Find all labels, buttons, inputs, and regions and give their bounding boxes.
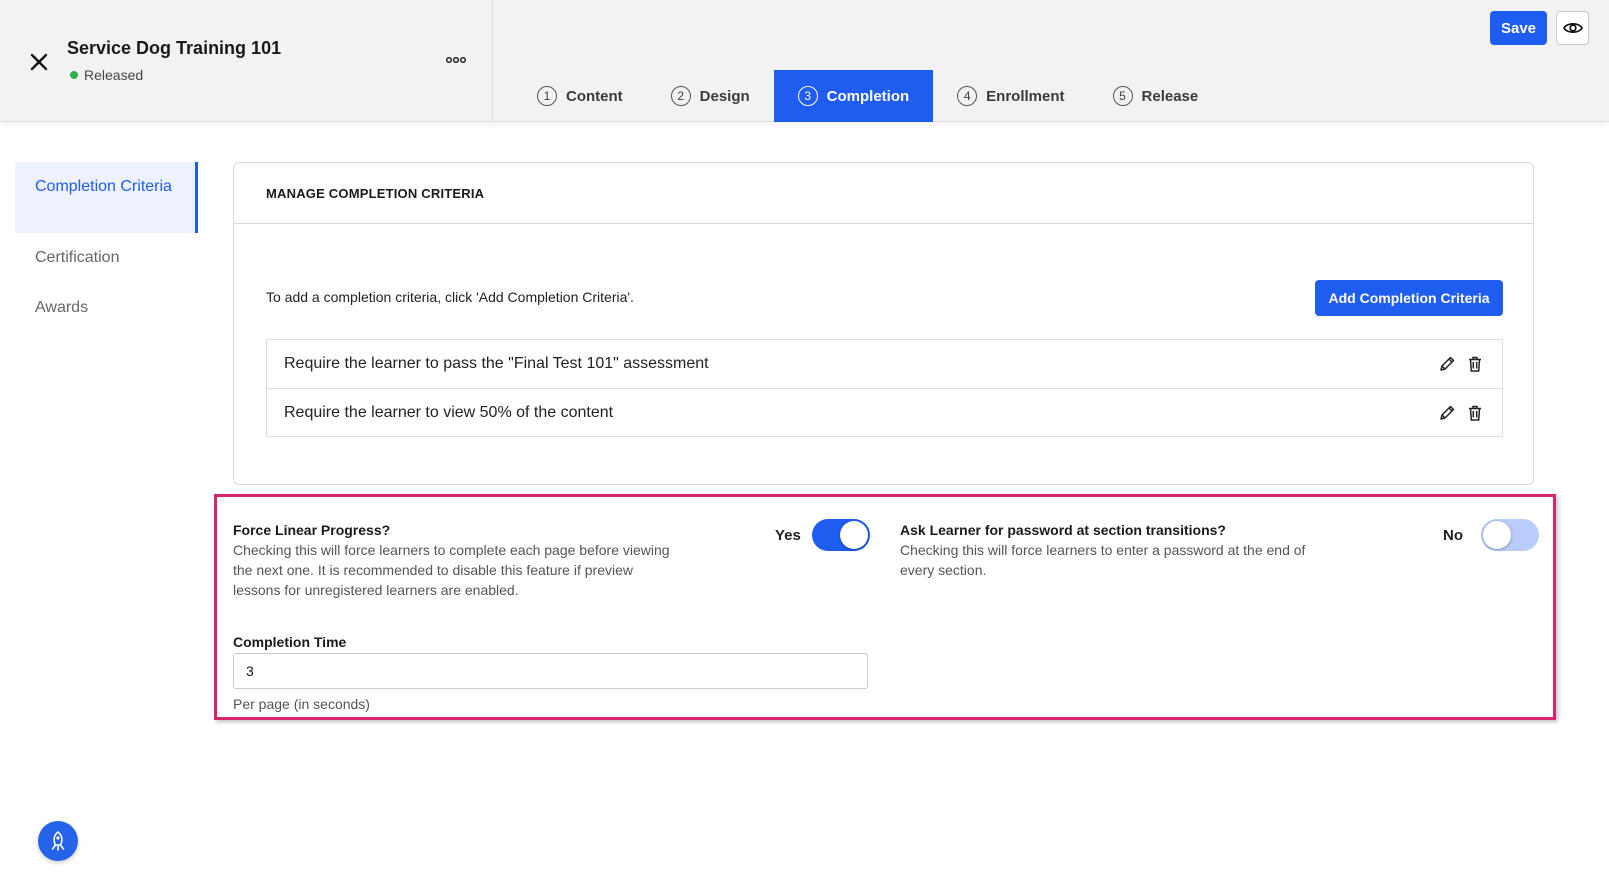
completion-criteria-card: MANAGE COMPLETION CRITERIA To add a comp… — [233, 162, 1534, 485]
completion-time-help: Per page (in seconds) — [233, 696, 370, 712]
progress-settings-panel: Force Linear Progress? Checking this wil… — [214, 494, 1556, 720]
trash-icon[interactable] — [1466, 355, 1484, 373]
tab-enrollment[interactable]: 4 Enrollment — [933, 70, 1088, 122]
top-header: Service Dog Training 101 Released 1 Conte… — [0, 0, 1609, 122]
force-linear-toggle-label: Yes — [775, 527, 801, 544]
tab-completion[interactable]: 3 Completion — [773, 70, 934, 122]
toggle-knob — [840, 521, 868, 549]
criteria-list: Require the learner to pass the "Final T… — [266, 339, 1503, 437]
status-badge: Released — [70, 67, 143, 83]
criteria-text: Require the learner to view 50% of the c… — [284, 403, 614, 421]
criteria-hint: To add a completion criteria, click 'Add… — [266, 289, 634, 305]
close-icon[interactable] — [26, 49, 52, 75]
add-completion-criteria-button[interactable]: Add Completion Criteria — [1315, 280, 1503, 316]
eye-icon — [1562, 23, 1583, 33]
trash-icon[interactable] — [1466, 404, 1484, 422]
password-transition-title: Ask Learner for password at section tran… — [900, 522, 1226, 538]
assistant-launcher-button[interactable] — [38, 821, 78, 861]
tab-content[interactable]: 1 Content — [513, 70, 647, 122]
step-tabs: 1 Content 2 Design 3 Completion 4 Enrollment… — [513, 70, 1222, 122]
step-number: 4 — [957, 86, 978, 106]
toggle-knob — [1483, 521, 1511, 549]
force-linear-title: Force Linear Progress? — [233, 522, 391, 538]
tab-label: Content — [566, 87, 623, 105]
sidebar-item-awards[interactable]: Awards — [15, 296, 198, 319]
tab-label: Completion — [826, 87, 910, 105]
tab-label: Design — [699, 87, 750, 105]
tab-design[interactable]: 2 Design — [647, 70, 774, 122]
course-info-panel: Service Dog Training 101 Released — [0, 0, 493, 122]
sidebar-item-certification[interactable]: Certification — [15, 246, 198, 269]
step-number: 2 — [670, 86, 691, 106]
status-dot-icon — [70, 71, 78, 79]
preview-button[interactable] — [1556, 11, 1589, 45]
list-item: Require the learner to view 50% of the c… — [267, 388, 1502, 436]
rocket-icon — [51, 830, 65, 851]
save-button[interactable]: Save — [1490, 11, 1547, 45]
edit-pencil-icon[interactable] — [1438, 355, 1456, 373]
course-title: Service Dog Training 101 — [67, 38, 282, 58]
force-linear-description: Checking this will force learners to com… — [233, 542, 670, 598]
step-number: 1 — [537, 86, 557, 106]
list-item: Require the learner to pass the "Final T… — [267, 340, 1502, 388]
card-heading: MANAGE COMPLETION CRITERIA — [234, 163, 1533, 224]
criteria-text: Require the learner to pass the "Final T… — [284, 355, 709, 372]
tab-label: Enrollment — [986, 87, 1065, 105]
tab-release[interactable]: 5 Release — [1089, 70, 1223, 122]
completion-time-input[interactable] — [233, 653, 868, 689]
step-number: 5 — [1112, 86, 1133, 106]
completion-time-label: Completion Time — [233, 634, 347, 650]
force-linear-toggle[interactable] — [812, 519, 870, 551]
more-options-icon[interactable] — [445, 52, 467, 68]
password-toggle-label: No — [1443, 527, 1463, 544]
password-toggle[interactable] — [1481, 519, 1539, 551]
status-text: Released — [84, 67, 144, 83]
step-number: 3 — [797, 86, 818, 106]
password-transition-description: Checking this will force learners to ent… — [900, 542, 1306, 578]
sidebar-item-completion-criteria[interactable]: Completion Criteria — [15, 162, 198, 233]
tab-label: Release — [1141, 87, 1199, 105]
edit-pencil-icon[interactable] — [1438, 404, 1456, 422]
